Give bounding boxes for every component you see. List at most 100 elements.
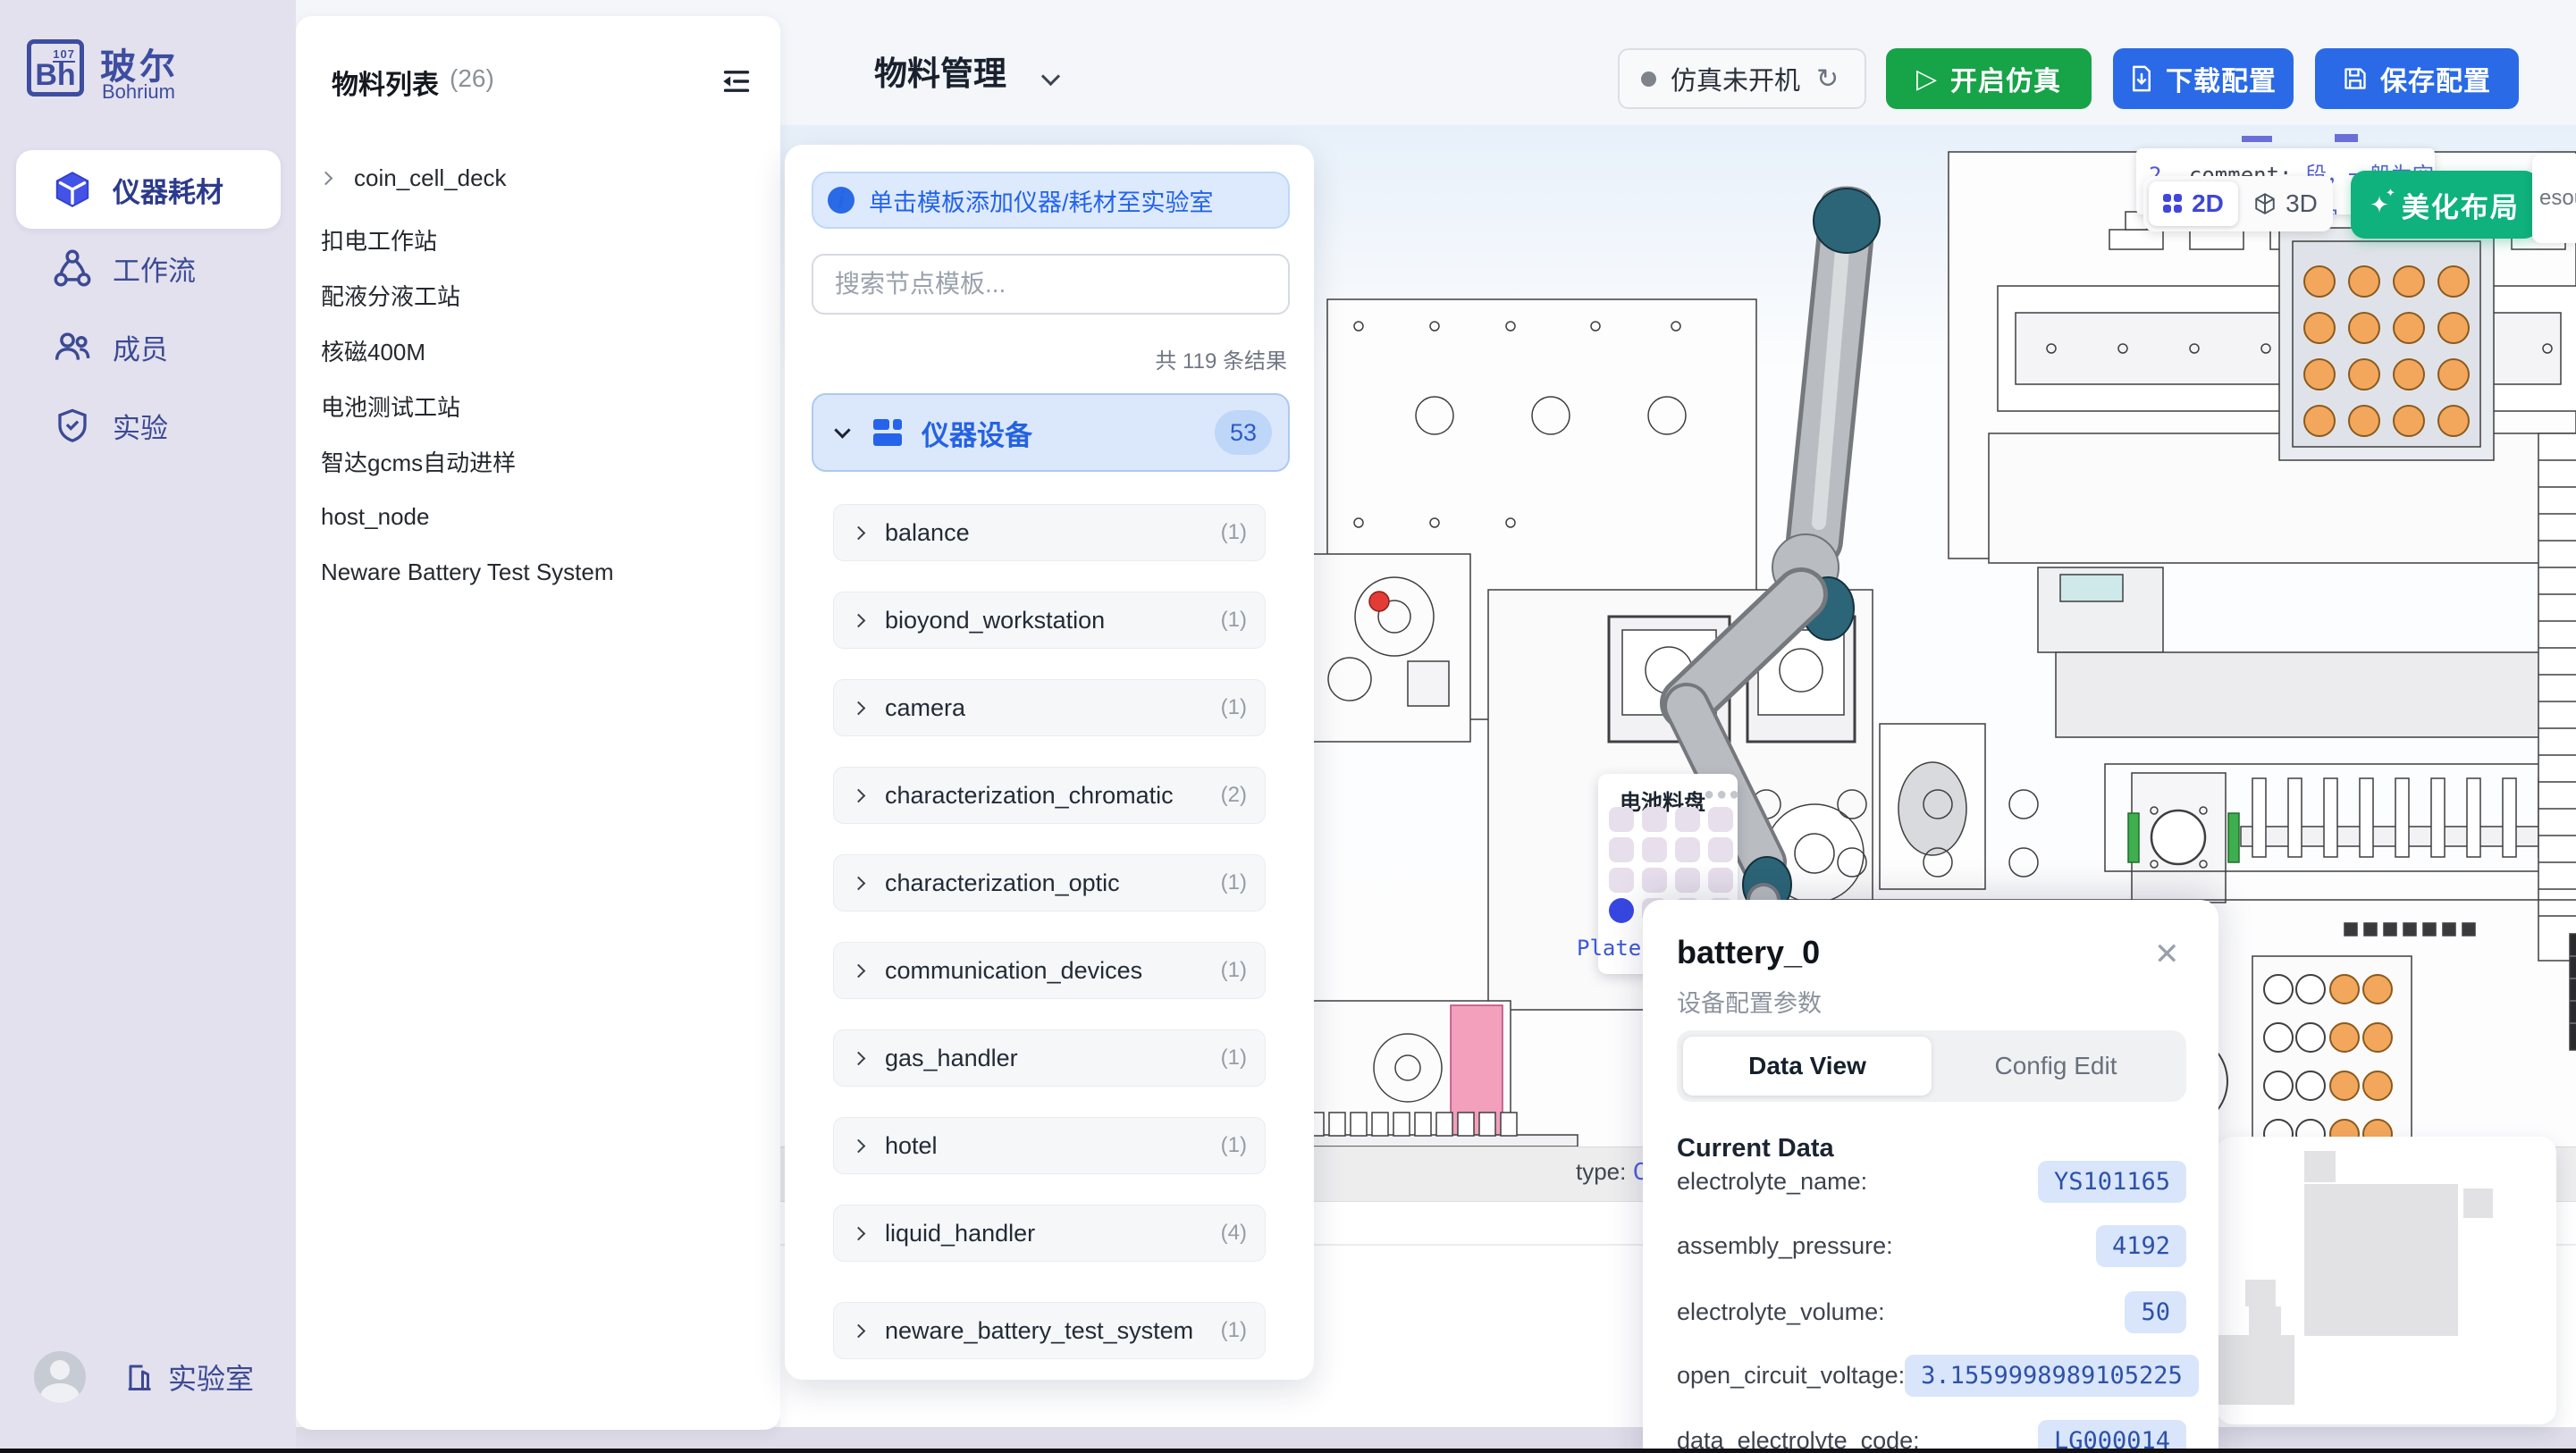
tree-item[interactable]: host_node xyxy=(321,494,755,539)
template-item-count: (1) xyxy=(1221,695,1247,720)
view-mode-toggle: 2D 3D xyxy=(2143,176,2333,231)
page-title: 物料管理 xyxy=(874,46,1006,95)
tab-data-view[interactable]: Data View xyxy=(1683,1037,1932,1096)
tray-cell[interactable] xyxy=(1708,807,1733,832)
chevron-right-icon xyxy=(852,1323,866,1338)
plate-label: Plate xyxy=(1577,936,1641,961)
tray-cell[interactable] xyxy=(1675,807,1700,832)
popup-tabs: Data View Config Edit xyxy=(1677,1030,2186,1102)
clipped-panel-label: esou xyxy=(2539,186,2576,211)
toggle-3d-label: 3D xyxy=(2286,189,2318,218)
user-avatar[interactable] xyxy=(34,1351,86,1403)
tray-cell[interactable] xyxy=(1642,868,1667,893)
info-icon: i xyxy=(828,187,854,214)
template-item-count: (2) xyxy=(1221,783,1247,808)
data-label: electrolyte_volume: xyxy=(1677,1298,2125,1326)
save-icon xyxy=(2343,66,2368,91)
materials-title: 物料列表 xyxy=(332,63,439,102)
tray-cell[interactable] xyxy=(1642,837,1667,862)
data-row-electrolyte-name: electrolyte_name: YS101165 xyxy=(1677,1159,2186,1204)
tray-cell[interactable] xyxy=(1609,837,1634,862)
collapse-panel-icon[interactable] xyxy=(721,66,752,97)
status-dot-icon xyxy=(1641,71,1656,87)
template-item-bioyond-workstation[interactable]: bioyond_workstation(1) xyxy=(833,592,1266,649)
tray-cell[interactable] xyxy=(1708,837,1733,862)
tree-item[interactable]: 智达gcms自动进样 xyxy=(321,439,755,483)
template-item-characterization-chromatic[interactable]: characterization_chromatic(2) xyxy=(833,767,1266,824)
toggle-2d-label: 2D xyxy=(2192,189,2224,218)
minimap[interactable] xyxy=(2217,1137,2556,1424)
logo-number: 107 xyxy=(53,47,75,63)
template-item-communication-devices[interactable]: communication_devices(1) xyxy=(833,942,1266,999)
tray-cell-battery-0-selected[interactable] xyxy=(1609,898,1634,923)
tab-config-edit[interactable]: Config Edit xyxy=(1932,1037,2180,1096)
tree-item-label: 智达gcms自动进样 xyxy=(321,445,516,478)
tree-item-coin-cell-deck[interactable]: coin_cell_deck xyxy=(321,155,755,200)
tray-cell[interactable] xyxy=(1675,868,1700,893)
toggle-2d[interactable]: 2D xyxy=(2149,181,2238,226)
workflow-icon xyxy=(52,248,93,289)
app-window: type: Coi 电池料盘 ●●● Plate 2_comment: 段，一般… xyxy=(0,0,2576,1453)
brand-name-en: Bohrium xyxy=(102,80,175,104)
template-item-hotel[interactable]: hotel(1) xyxy=(833,1117,1266,1174)
template-item-count: (1) xyxy=(1221,1046,1247,1071)
data-row-open-circuit-voltage: open_circuit_voltage: 3.1559998989105225 xyxy=(1677,1353,2186,1398)
sidebar-footer: 实验室 xyxy=(0,1337,296,1417)
toggle-3d[interactable]: 3D xyxy=(2238,189,2333,218)
sidebar-item-instruments[interactable]: 仪器耗材 xyxy=(16,150,281,229)
save-button-label: 保存配置 xyxy=(2380,59,2491,98)
template-item-balance[interactable]: balance(1) xyxy=(833,504,1266,561)
beautify-layout-button[interactable]: ✦ 美化布局 xyxy=(2351,171,2538,239)
lab-link-label: 实验室 xyxy=(168,1356,254,1398)
template-item-label: communication_devices xyxy=(885,957,1221,985)
template-item-count: (1) xyxy=(1221,958,1247,983)
chevron-right-icon xyxy=(852,963,866,978)
template-item-neware-battery-test-system[interactable]: neware_battery_test_system(1) xyxy=(833,1302,1266,1359)
sidebar-item-workflow[interactable]: 工作流 xyxy=(16,229,281,307)
chevron-down-icon xyxy=(834,422,850,438)
refresh-icon[interactable]: ↻ xyxy=(1816,63,1839,95)
add-template-notice: i 单击模板添加仪器/耗材至实验室 xyxy=(812,172,1290,229)
search-input[interactable] xyxy=(812,254,1290,315)
tray-menu-dots-icon[interactable]: ●●● xyxy=(1704,785,1741,805)
template-item-label: camera xyxy=(885,694,1221,722)
tray-cell[interactable] xyxy=(1675,837,1700,862)
tree-item[interactable]: 配液分液工站 xyxy=(321,273,755,317)
tray-cell[interactable] xyxy=(1609,807,1634,832)
download-config-button[interactable]: 下载配置 xyxy=(2113,48,2294,109)
tree-item[interactable]: Neware Battery Test System xyxy=(321,550,755,594)
comment-fragment xyxy=(2242,136,2272,142)
data-value: 50 xyxy=(2125,1291,2186,1333)
chevron-right-icon xyxy=(852,701,866,715)
tree-item[interactable]: 核磁400M xyxy=(321,328,755,373)
start-simulation-button[interactable]: ▷ 开启仿真 xyxy=(1886,48,2092,109)
tree-item[interactable]: 电池测试工站 xyxy=(321,383,755,428)
play-icon: ▷ xyxy=(1916,63,1938,95)
category-count-badge: 53 xyxy=(1215,410,1272,455)
tray-cell[interactable] xyxy=(1609,868,1634,893)
clipped-right-panel: esou xyxy=(2532,154,2576,243)
sidebar-item-experiments[interactable]: 实验 xyxy=(16,386,281,465)
template-item-count: (4) xyxy=(1221,1221,1247,1246)
template-item-gas-handler[interactable]: gas_handler(1) xyxy=(833,1029,1266,1087)
comment-fragment xyxy=(2335,134,2358,142)
template-item-count: (1) xyxy=(1221,1133,1247,1158)
chevron-right-icon xyxy=(852,1051,866,1065)
tray-cell[interactable] xyxy=(1642,807,1667,832)
template-item-characterization-optic[interactable]: characterization_optic(1) xyxy=(833,854,1266,911)
chevron-right-icon xyxy=(852,1138,866,1153)
lab-link[interactable]: 实验室 xyxy=(125,1356,254,1398)
category-instruments[interactable]: 仪器设备 53 xyxy=(812,393,1290,472)
close-icon[interactable]: ✕ xyxy=(2154,939,2180,970)
tree-item[interactable]: 扣电工作站 xyxy=(321,217,755,262)
title-dropdown-chevron-icon[interactable] xyxy=(1041,67,1060,86)
save-config-button[interactable]: 保存配置 xyxy=(2315,48,2519,109)
sidebar-item-members[interactable]: 成员 xyxy=(16,307,281,386)
template-item-camera[interactable]: camera(1) xyxy=(833,679,1266,736)
status-label: 仿真未开机 xyxy=(1671,60,1800,97)
template-item-label: characterization_optic xyxy=(885,869,1221,897)
type-key: type: xyxy=(1576,1158,1626,1185)
template-item-liquid-handler[interactable]: liquid_handler(4) xyxy=(833,1205,1266,1262)
tray-cell[interactable] xyxy=(1708,868,1733,893)
template-item-label: liquid_handler xyxy=(885,1220,1221,1247)
